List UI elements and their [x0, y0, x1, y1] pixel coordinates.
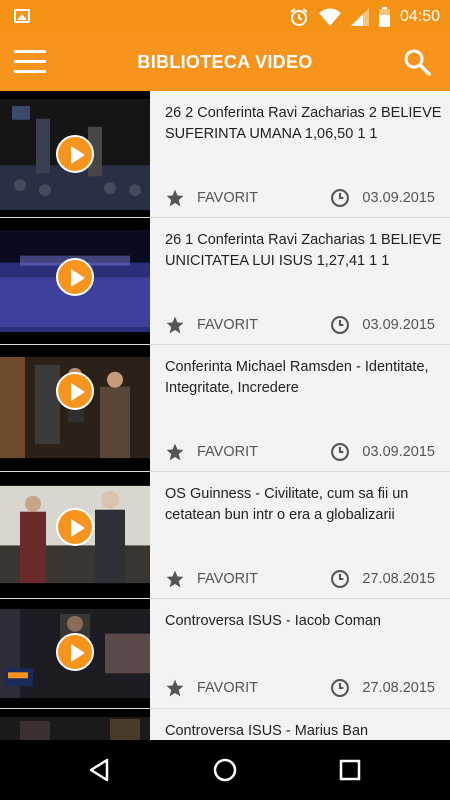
favorite-button[interactable]: FAVORIT: [165, 442, 258, 462]
video-item[interactable]: 26 2 Conferinta Ravi Zacharias 2 BELIEVE…: [0, 91, 450, 218]
video-thumbnail[interactable]: [0, 709, 150, 740]
play-button[interactable]: [56, 258, 94, 296]
status-icons: 04:50: [289, 0, 440, 33]
favorite-button[interactable]: FAVORIT: [165, 678, 258, 698]
wifi-icon: [318, 8, 341, 26]
video-date: 03.09.2015: [362, 444, 435, 460]
video-date: 03.09.2015: [362, 190, 435, 206]
video-thumbnail[interactable]: [0, 599, 150, 708]
video-item[interactable]: 26 1 Conferinta Ravi Zacharias 1 BELIEVE…: [0, 218, 450, 345]
favorite-label: FAVORIT: [197, 571, 258, 587]
play-button[interactable]: [56, 372, 94, 410]
clock-icon: [331, 679, 350, 697]
favorite-button[interactable]: FAVORIT: [165, 315, 258, 335]
video-title[interactable]: 26 1 Conferinta Ravi Zacharias 1 BELIEVE…: [165, 230, 445, 272]
video-title[interactable]: 26 2 Conferinta Ravi Zacharias 2 BELIEVE…: [165, 103, 445, 145]
video-title[interactable]: OS Guinness - Civilitate, cum sa fii un …: [165, 484, 445, 526]
system-nav-bar: [0, 740, 450, 800]
favorite-label: FAVORIT: [197, 444, 258, 460]
video-meta: FAVORIT 27.08.2015: [165, 677, 435, 699]
star-icon: [166, 316, 184, 334]
play-button[interactable]: [56, 508, 94, 546]
search-icon[interactable]: [402, 47, 432, 77]
video-title[interactable]: Controversa ISUS - Marius Ban: [165, 721, 445, 740]
date-info: 27.08.2015: [330, 678, 435, 698]
favorite-label: FAVORIT: [197, 317, 258, 333]
recents-icon[interactable]: [335, 755, 365, 785]
play-button[interactable]: [56, 633, 94, 671]
video-title[interactable]: Conferinta Michael Ramsden - Identitate,…: [165, 357, 445, 399]
video-thumbnail[interactable]: [0, 472, 150, 598]
date-info: 27.08.2015: [330, 569, 435, 589]
page-title: BIBLIOTECA VIDEO: [137, 52, 313, 72]
video-item[interactable]: OS Guinness - Civilitate, cum sa fii un …: [0, 472, 450, 599]
video-meta: FAVORIT 27.08.2015: [165, 568, 435, 590]
battery-icon: [378, 6, 390, 27]
video-date: 27.08.2015: [362, 571, 435, 587]
star-icon: [166, 443, 184, 461]
video-item[interactable]: Controversa ISUS - Marius Ban: [0, 709, 450, 740]
gallery-icon: [14, 9, 30, 23]
video-meta: FAVORIT 03.09.2015: [165, 441, 435, 463]
status-time: 04:50: [399, 7, 440, 25]
video-date: 03.09.2015: [362, 317, 435, 333]
status-bar: 04:50: [0, 0, 450, 33]
video-thumbnail[interactable]: [0, 218, 150, 344]
clock-icon: [331, 443, 350, 461]
date-info: 03.09.2015: [330, 442, 435, 462]
star-icon: [166, 189, 184, 207]
back-icon[interactable]: [85, 755, 115, 785]
video-meta: FAVORIT 03.09.2015: [165, 314, 435, 336]
video-date: 27.08.2015: [362, 680, 435, 696]
clock-icon: [331, 189, 350, 207]
date-info: 03.09.2015: [330, 315, 435, 335]
date-info: 03.09.2015: [330, 188, 435, 208]
alarm-icon: [290, 7, 308, 26]
video-thumbnail[interactable]: [0, 345, 150, 471]
app-bar: BIBLIOTECA VIDEO: [0, 33, 450, 91]
video-item[interactable]: Controversa ISUS - Iacob Coman FAVORIT 2…: [0, 599, 450, 709]
favorite-label: FAVORIT: [197, 190, 258, 206]
video-list[interactable]: 26 2 Conferinta Ravi Zacharias 2 BELIEVE…: [0, 91, 450, 740]
clock-icon: [331, 316, 350, 334]
clock-icon: [331, 570, 350, 588]
favorite-label: FAVORIT: [197, 680, 258, 696]
signal-icon: [350, 7, 369, 26]
video-thumbnail[interactable]: [0, 91, 150, 217]
favorite-button[interactable]: FAVORIT: [165, 569, 258, 589]
video-title[interactable]: Controversa ISUS - Iacob Coman: [165, 611, 445, 632]
star-icon: [166, 570, 184, 588]
video-item[interactable]: Conferinta Michael Ramsden - Identitate,…: [0, 345, 450, 472]
video-meta: FAVORIT 03.09.2015: [165, 187, 435, 209]
home-icon[interactable]: [210, 755, 240, 785]
play-button[interactable]: [56, 135, 94, 173]
star-icon: [166, 679, 184, 697]
favorite-button[interactable]: FAVORIT: [165, 188, 258, 208]
